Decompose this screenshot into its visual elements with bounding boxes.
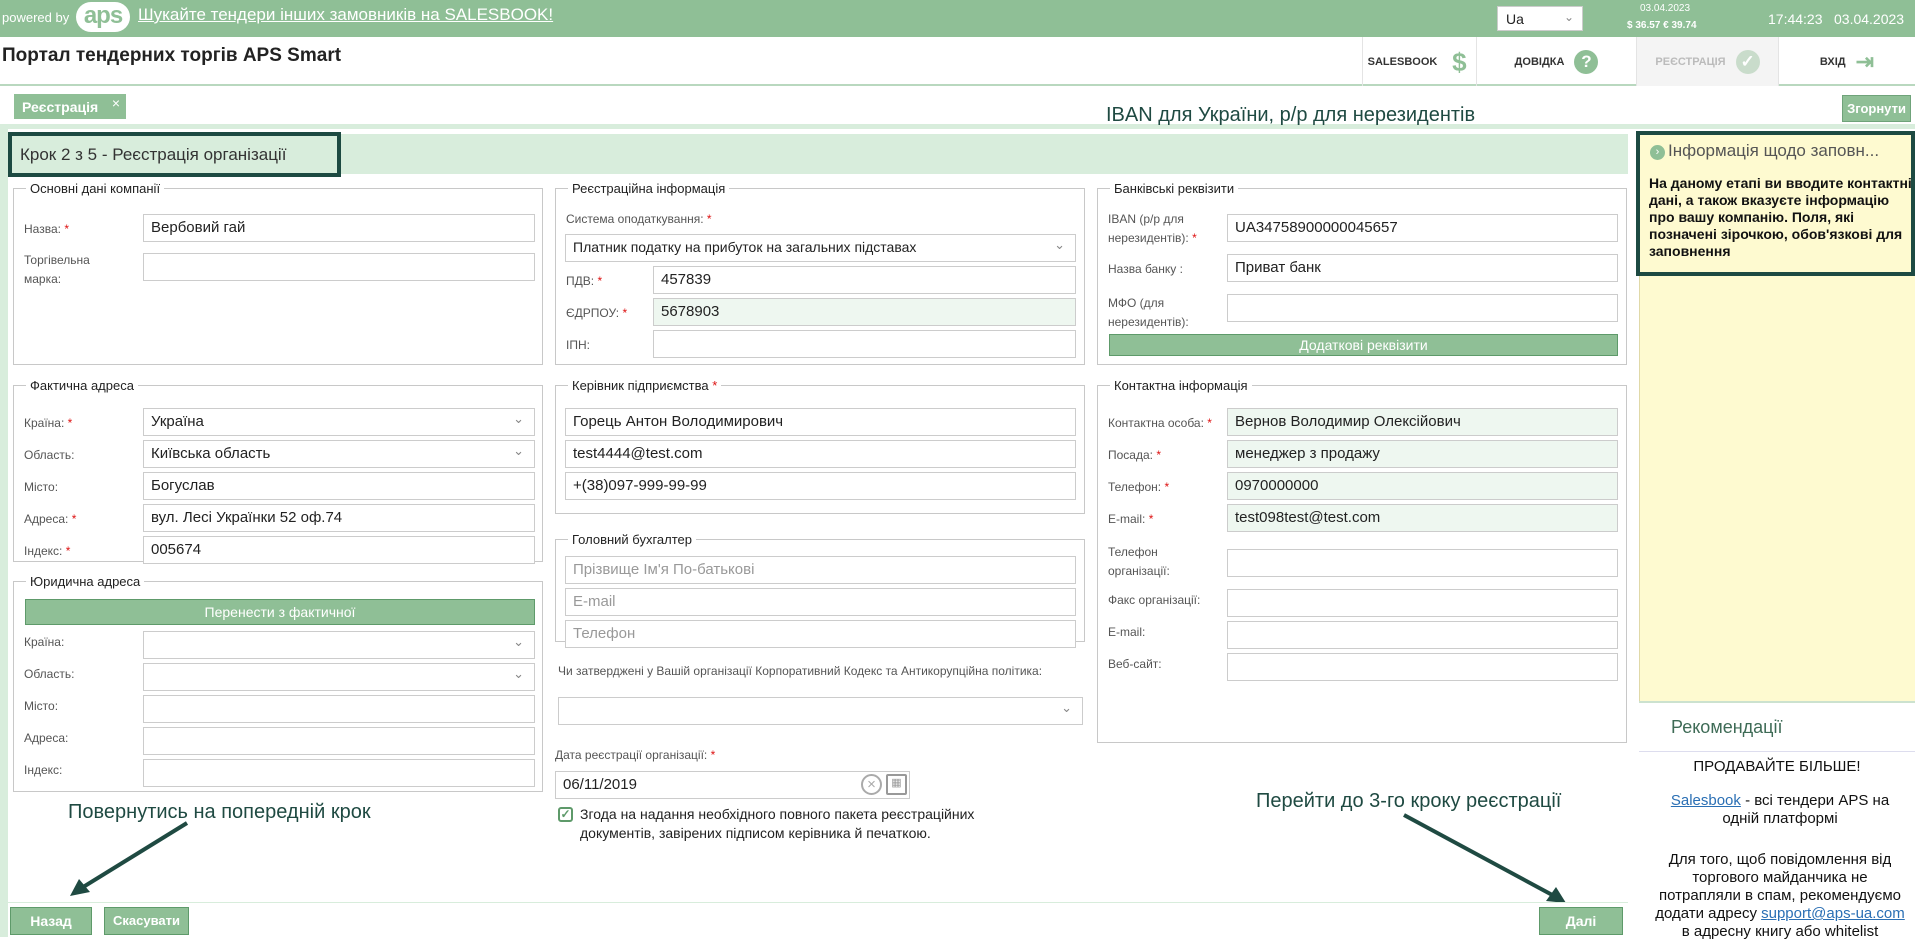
sell-more-text: ПРОДАВАЙТЕ БІЛЬШЕ! bbox=[1693, 758, 1861, 775]
next-button[interactable]: Далі bbox=[1539, 907, 1623, 935]
annotation-arrows bbox=[70, 813, 1566, 903]
chevron-right-icon: › bbox=[1650, 145, 1665, 160]
footer-separator bbox=[8, 902, 1628, 903]
salesbook-link[interactable]: Salesbook bbox=[1671, 792, 1741, 809]
recommendations-panel: Рекомендації ПРОДАВАЙТЕ БІЛЬШЕ! Salesboo… bbox=[1639, 701, 1915, 940]
info-panel: › Інформація щодо заповн... На даному ета… bbox=[1636, 131, 1915, 276]
info-title[interactable]: › Інформація щодо заповн... bbox=[1650, 141, 1879, 161]
cancel-button[interactable]: Скасувати bbox=[104, 907, 189, 935]
back-button[interactable]: Назад bbox=[10, 907, 92, 935]
info-title-text: Інформація щодо заповн... bbox=[1668, 141, 1880, 160]
info-panel-fill bbox=[1639, 276, 1915, 701]
salesbook-text: Salesbook - всі тендери APS на одній пла… bbox=[1651, 792, 1909, 828]
whitelist-part-b: в адресну книгу або whitelist bbox=[1681, 923, 1879, 940]
whitelist-text: Для того, щоб повідомлення від торгового… bbox=[1651, 851, 1909, 941]
recommendations-title: Рекомендації bbox=[1671, 717, 1783, 737]
support-email-link[interactable]: support@aps-ua.com bbox=[1761, 905, 1905, 922]
divider bbox=[1639, 751, 1915, 752]
salesbook-desc: - всі тендери APS на одній платформі bbox=[1722, 792, 1890, 827]
info-text: На даному етапі ви вводите контактні дан… bbox=[1649, 175, 1912, 259]
